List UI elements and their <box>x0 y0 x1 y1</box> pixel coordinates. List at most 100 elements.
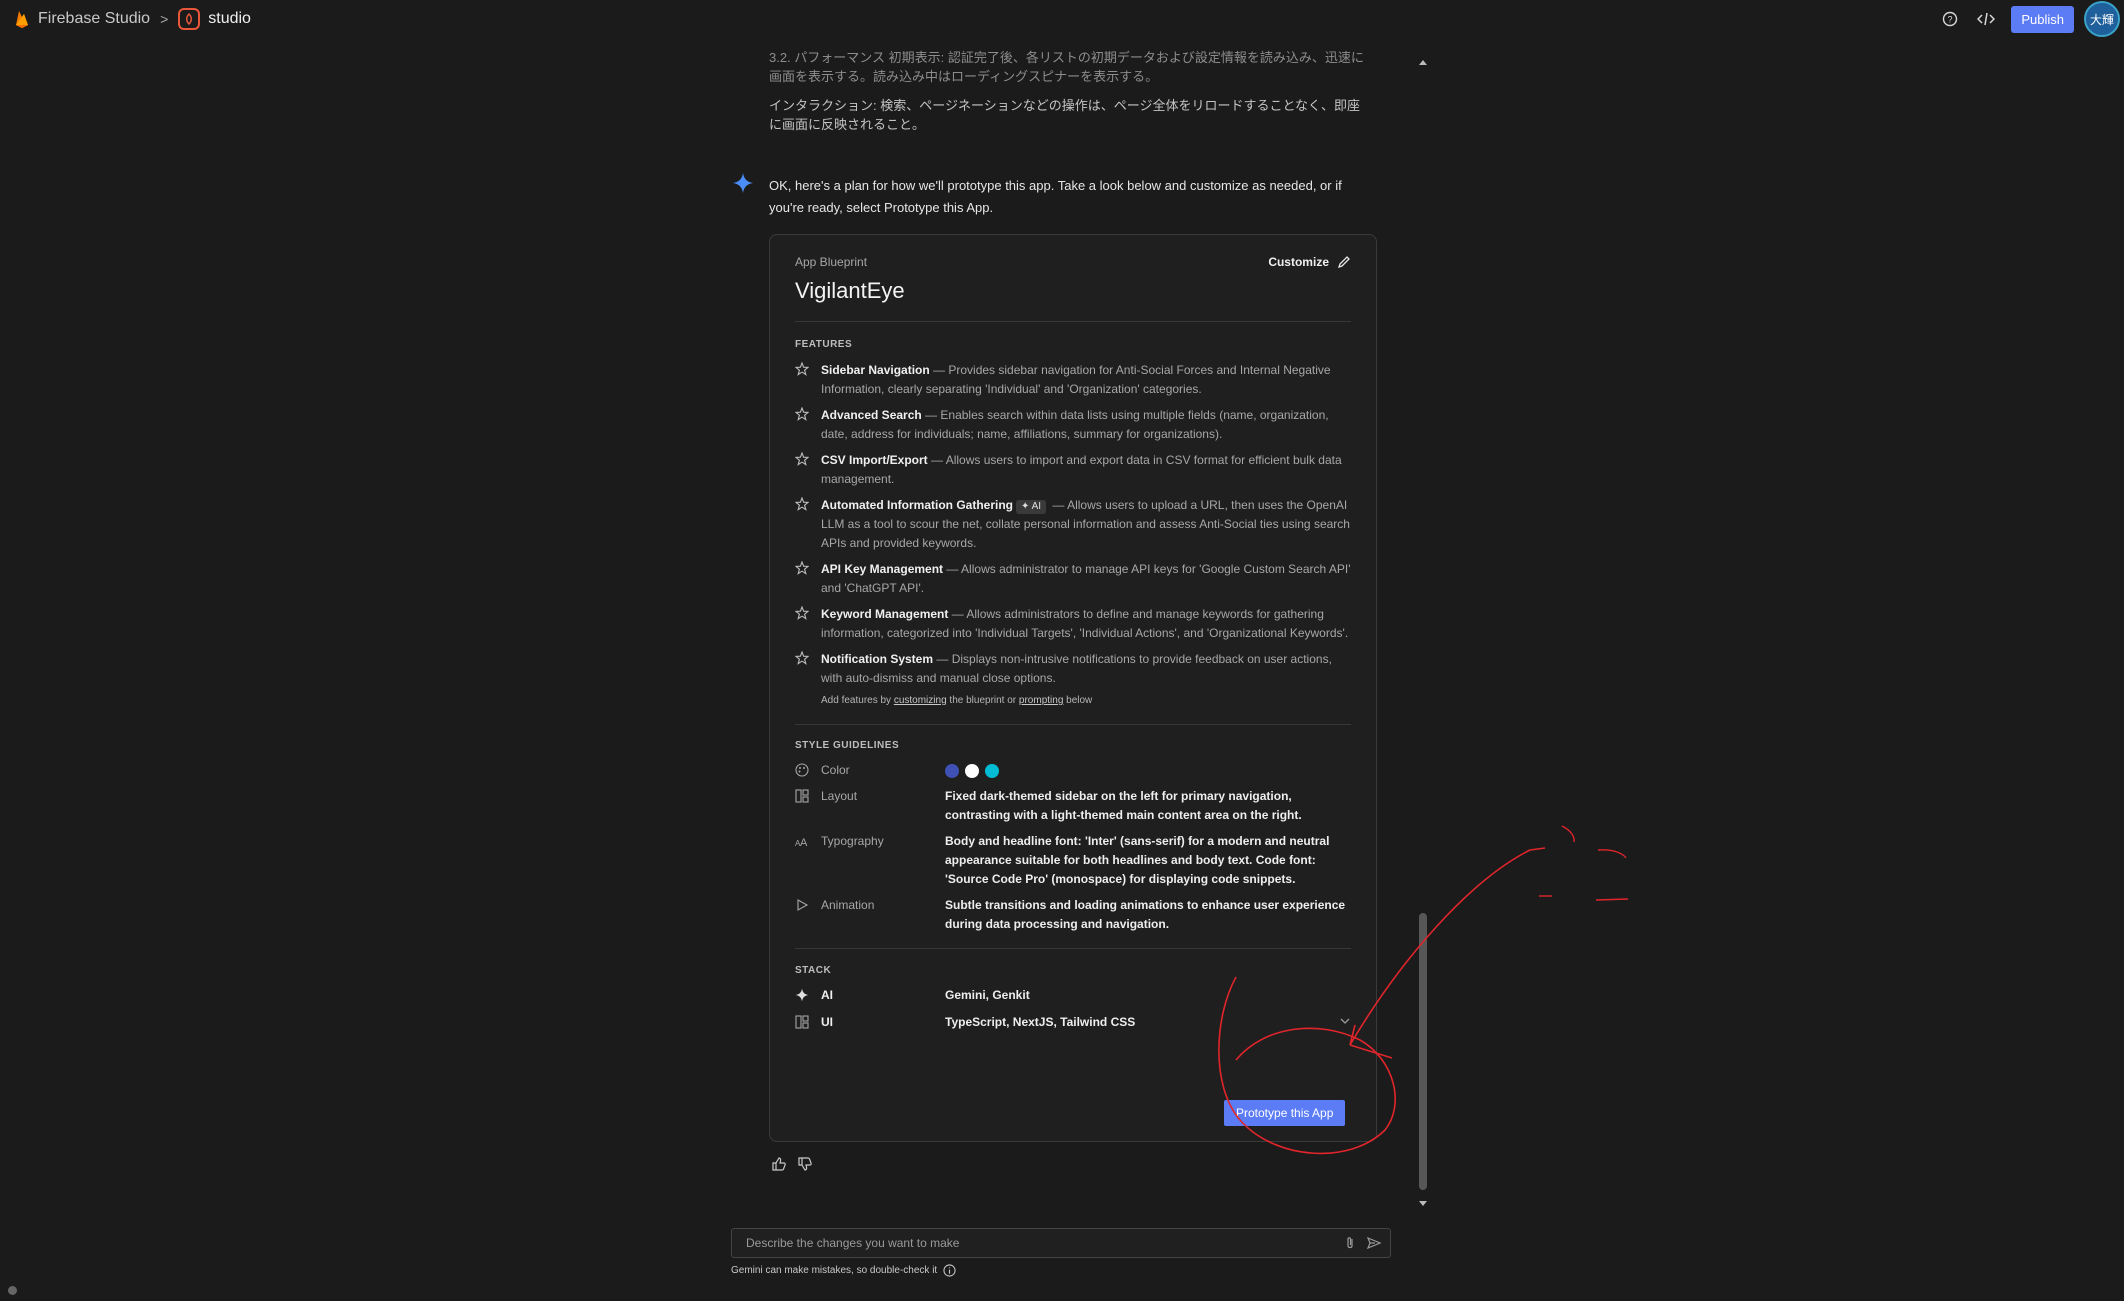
status-dot <box>8 1286 17 1295</box>
feature-name: Sidebar Navigation <box>821 363 930 377</box>
divider <box>795 321 1351 322</box>
style-layout-row: Layout Fixed dark-themed sidebar on the … <box>795 787 1351 825</box>
style-animation-row: Animation Subtle transitions and loading… <box>795 896 1351 934</box>
thumbs-down-icon[interactable] <box>797 1156 813 1172</box>
feature-name: Keyword Management <box>821 607 949 621</box>
header-actions: ? Publish 大輝 <box>1939 0 2124 38</box>
svg-text:?: ? <box>1948 15 1953 25</box>
info-icon[interactable] <box>943 1264 956 1277</box>
chevron-down-icon[interactable] <box>1339 1015 1351 1027</box>
brand-name: Firebase Studio <box>38 10 151 27</box>
prototype-app-button[interactable]: Prototype this App <box>1224 1100 1346 1126</box>
features-heading: FEATURES <box>795 339 853 350</box>
gemini-response: OK, here's a plan for how we'll prototyp… <box>769 178 1342 215</box>
stack-ai-label: AI <box>821 988 833 1002</box>
stack-ui-label: UI <box>821 1015 833 1029</box>
feature-name: Advanced Search <box>821 408 922 422</box>
workspace-name[interactable]: studio <box>208 10 251 28</box>
breadcrumb-separator: > <box>160 11 169 27</box>
typography-label: Typography <box>821 834 884 848</box>
color-swatch-accent <box>985 763 999 778</box>
thumbs-up-icon[interactable] <box>771 1156 787 1172</box>
stack-ai-value: Gemini, Genkit <box>945 988 1030 1002</box>
ai-badge: ✦ AI <box>1016 500 1047 514</box>
animation-label: Animation <box>821 898 875 912</box>
firebase-flame-icon <box>16 11 28 28</box>
prompt-input[interactable] <box>744 1235 1318 1251</box>
studio-logo-icon <box>178 8 201 30</box>
color-swatches <box>945 761 1351 780</box>
feature-name: Notification System <box>821 652 934 666</box>
feature-item: API Key Management — Allows administrato… <box>795 560 1351 598</box>
features-list: Sidebar Navigation — Provides sidebar na… <box>795 361 1351 688</box>
star-icon <box>795 561 809 575</box>
stack-ui-value: TypeScript, NextJS, Tailwind CSS <box>945 1015 1136 1029</box>
animation-value: Subtle transitions and loading animation… <box>945 898 1346 931</box>
send-icon[interactable] <box>1366 1235 1382 1251</box>
layout-value: Fixed dark-themed sidebar on the left fo… <box>945 789 1302 822</box>
star-icon <box>795 362 809 376</box>
sparkle-icon <box>795 988 809 1002</box>
scrollbar-thumb[interactable] <box>1419 913 1427 1190</box>
scroll-down-arrow-icon[interactable] <box>1418 1200 1428 1208</box>
disclaimer-text: Gemini can make mistakes, so double-chec… <box>731 1265 938 1276</box>
style-guidelines-heading: STYLE GUIDELINES <box>795 740 900 751</box>
typography-icon: AA <box>795 837 808 848</box>
annotation-mark <box>1561 825 1575 843</box>
feature-name: API Key Management <box>821 562 944 576</box>
previous-message-paragraph: 3.2. パフォーマンス 初期表示: 認証完了後、各リストの初期データおよび設定… <box>769 50 1364 84</box>
annotation-mark <box>1595 898 1629 901</box>
star-icon <box>795 452 809 466</box>
disclaimer: Gemini can make mistakes, so double-chec… <box>731 1264 956 1277</box>
layout-icon <box>795 1015 809 1029</box>
divider <box>795 948 1351 949</box>
stack-ui-row[interactable]: UI TypeScript, NextJS, Tailwind CSS <box>795 1013 1351 1032</box>
style-typography-row: AA Typography Body and headline font: 'I… <box>795 832 1351 889</box>
prompt-input-bar <box>731 1228 1391 1258</box>
feature-name: CSV Import/Export <box>821 453 928 467</box>
customize-button[interactable]: Customize <box>1268 255 1351 269</box>
color-label: Color <box>821 763 850 777</box>
style-color-row: Color <box>795 761 1351 780</box>
code-view-icon[interactable] <box>1975 8 1997 30</box>
avatar[interactable]: 大輝 <box>2084 1 2120 37</box>
layout-icon <box>795 789 809 803</box>
svg-text:A: A <box>800 837 808 848</box>
color-swatch-background <box>965 763 979 778</box>
layout-label: Layout <box>821 789 858 803</box>
hint-text: below <box>1063 695 1093 706</box>
feature-item: Sidebar Navigation — Provides sidebar na… <box>795 361 1351 399</box>
color-swatch-primary <box>945 763 959 778</box>
annotation-arrow-line <box>1349 847 1546 1046</box>
hint-text: Add features by <box>821 695 894 706</box>
hint-text: the blueprint or <box>946 695 1019 706</box>
customizing-link[interactable]: customizing <box>894 695 947 706</box>
palette-icon <box>795 763 809 777</box>
star-icon <box>795 651 809 665</box>
star-icon <box>795 497 809 511</box>
help-icon[interactable]: ? <box>1939 8 1961 30</box>
feature-item: Automated Information Gathering ✦ AI — Al… <box>795 496 1351 553</box>
feature-item: Notification System — Displays non-intru… <box>795 650 1351 688</box>
app-blueprint-card: App Blueprint VigilantEye Customize FEAT… <box>769 234 1377 1142</box>
add-features-hint: Add features by customizing the blueprin… <box>795 695 1351 706</box>
feature-item: CSV Import/Export — Allows users to impo… <box>795 451 1351 489</box>
scroll-up-arrow-icon[interactable] <box>1418 58 1428 66</box>
gemini-spark-icon <box>733 173 753 193</box>
attachment-icon[interactable] <box>1342 1235 1358 1251</box>
prompting-link[interactable]: prompting <box>1019 695 1063 706</box>
pencil-icon <box>1337 256 1350 269</box>
feature-name: Automated Information Gathering <box>821 498 1013 512</box>
brand[interactable]: Firebase Studio > studio <box>14 8 251 30</box>
feature-item: Keyword Management — Allows administrato… <box>795 605 1351 643</box>
star-icon <box>795 407 809 421</box>
play-icon <box>797 899 809 911</box>
chat-thread: 3.2. パフォーマンス 初期表示: 認証完了後、各リストの初期データおよび設定… <box>769 48 1369 144</box>
interaction-requirement-paragraph: インタラクション: 検索、ページネーションなどの操作は、ページ全体をリロードする… <box>769 98 1361 132</box>
star-icon <box>795 606 809 620</box>
stack-ai-row: AI Gemini, Genkit <box>795 986 1351 1005</box>
stack-heading: STACK <box>795 965 832 976</box>
app-title: VigilantEye <box>795 278 905 303</box>
feedback-controls <box>771 1156 823 1172</box>
publish-button[interactable]: Publish <box>2011 5 2074 33</box>
